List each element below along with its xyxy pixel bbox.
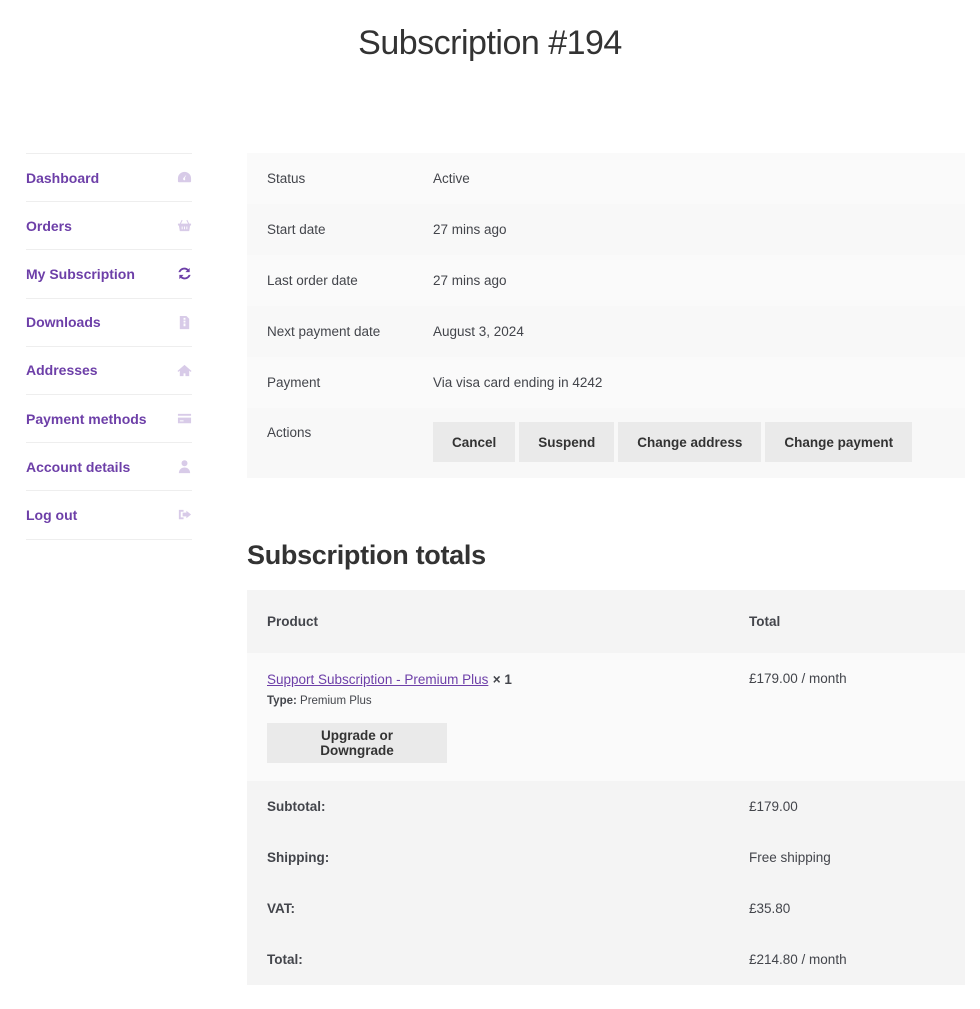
- nav-label: Log out: [26, 506, 78, 523]
- change-payment-button[interactable]: Change payment: [765, 422, 913, 462]
- upgrade-downgrade-button[interactable]: Upgrade or Downgrade: [267, 723, 447, 763]
- action-buttons: Cancel Suspend Change address Change pay…: [433, 422, 913, 462]
- detail-label: Next payment date: [267, 324, 381, 339]
- subscription-totals-heading: Subscription totals: [247, 540, 486, 570]
- subtotal-label: Subtotal:: [267, 799, 326, 814]
- change-address-button[interactable]: Change address: [618, 422, 762, 462]
- column-header-product: Product: [267, 614, 319, 629]
- detail-row-start-date: Start date 27 mins ago: [247, 204, 965, 255]
- account-navigation: Dashboard Orders My Subscription Downloa…: [26, 153, 192, 540]
- shipping-row: Shipping: Free shipping: [247, 832, 965, 883]
- payment-value: Via visa card ending in 4242: [433, 375, 603, 390]
- subtotal-value: £179.00: [749, 799, 798, 814]
- page-title: Subscription #194: [358, 24, 622, 62]
- meta-label: Type:: [267, 695, 297, 707]
- shipping-value: Free shipping: [749, 850, 831, 865]
- nav-label: Addresses: [26, 362, 98, 379]
- refresh-icon: [176, 266, 192, 282]
- basket-icon: [176, 218, 192, 234]
- product-meta: Type: Premium Plus: [267, 695, 749, 707]
- subscription-details-table: Status Active Start date 27 mins ago Las…: [247, 153, 965, 478]
- column-header-total: Total: [749, 614, 781, 629]
- nav-label: Downloads: [26, 314, 101, 331]
- product-quantity: × 1: [492, 672, 512, 687]
- nav-label: Orders: [26, 217, 72, 234]
- nav-item-account-details[interactable]: Account details: [26, 443, 192, 492]
- vat-value: £35.80: [749, 901, 791, 916]
- detail-label: Last order date: [267, 273, 358, 288]
- nav-item-my-subscription[interactable]: My Subscription: [26, 250, 192, 299]
- vat-label: VAT:: [267, 901, 295, 916]
- line-item-product: Support Subscription - Premium Plus × 1 …: [247, 671, 749, 781]
- detail-label: Actions: [267, 425, 312, 440]
- meta-value: Premium Plus: [300, 695, 372, 707]
- subtotal-row: Subtotal: £179.00: [247, 781, 965, 832]
- next-payment-date-value: August 3, 2024: [433, 324, 524, 339]
- last-order-date-value: 27 mins ago: [433, 273, 507, 288]
- detail-label: Status: [267, 171, 306, 186]
- vat-row: VAT: £35.80: [247, 883, 965, 934]
- detail-label: Start date: [267, 222, 326, 237]
- credit-card-icon: [176, 411, 192, 427]
- nav-label: My Subscription: [26, 265, 135, 282]
- line-item-row: Support Subscription - Premium Plus × 1 …: [247, 653, 965, 781]
- suspend-button[interactable]: Suspend: [519, 422, 615, 462]
- status-value: Active: [433, 171, 470, 186]
- nav-label: Account details: [26, 458, 131, 475]
- user-icon: [176, 459, 192, 475]
- total-label: Total:: [267, 952, 303, 967]
- nav-item-log-out[interactable]: Log out: [26, 491, 192, 540]
- subscription-totals-table: Product Total Support Subscription - Pre…: [247, 590, 965, 985]
- nav-item-orders[interactable]: Orders: [26, 202, 192, 251]
- detail-row-next-payment-date: Next payment date August 3, 2024: [247, 306, 965, 357]
- total-value: £214.80 / month: [749, 952, 847, 967]
- nav-item-downloads[interactable]: Downloads: [26, 299, 192, 347]
- detail-row-last-order-date: Last order date 27 mins ago: [247, 255, 965, 306]
- totals-footer: Subtotal: £179.00 Shipping: Free shippin…: [247, 781, 965, 985]
- line-item-total: £179.00 / month: [749, 671, 847, 686]
- total-row: Total: £214.80 / month: [247, 934, 965, 985]
- nav-item-dashboard[interactable]: Dashboard: [26, 154, 192, 203]
- file-icon: [176, 314, 192, 330]
- nav-item-addresses[interactable]: Addresses: [26, 347, 192, 395]
- nav-item-payment-methods[interactable]: Payment methods: [26, 395, 192, 444]
- shipping-label: Shipping:: [267, 850, 330, 865]
- logout-icon: [176, 507, 192, 523]
- detail-row-status: Status Active: [247, 153, 965, 204]
- nav-label: Payment methods: [26, 410, 147, 427]
- dashboard-icon: [176, 170, 192, 186]
- home-icon: [176, 362, 192, 378]
- cancel-button[interactable]: Cancel: [433, 422, 516, 462]
- totals-header-row: Product Total: [247, 590, 965, 653]
- product-link[interactable]: Support Subscription - Premium Plus: [267, 672, 488, 687]
- nav-label: Dashboard: [26, 169, 100, 186]
- start-date-value: 27 mins ago: [433, 222, 507, 237]
- detail-row-actions: Actions Cancel Suspend Change address Ch…: [247, 408, 965, 478]
- detail-row-payment: Payment Via visa card ending in 4242: [247, 357, 965, 408]
- detail-label: Payment: [267, 375, 321, 390]
